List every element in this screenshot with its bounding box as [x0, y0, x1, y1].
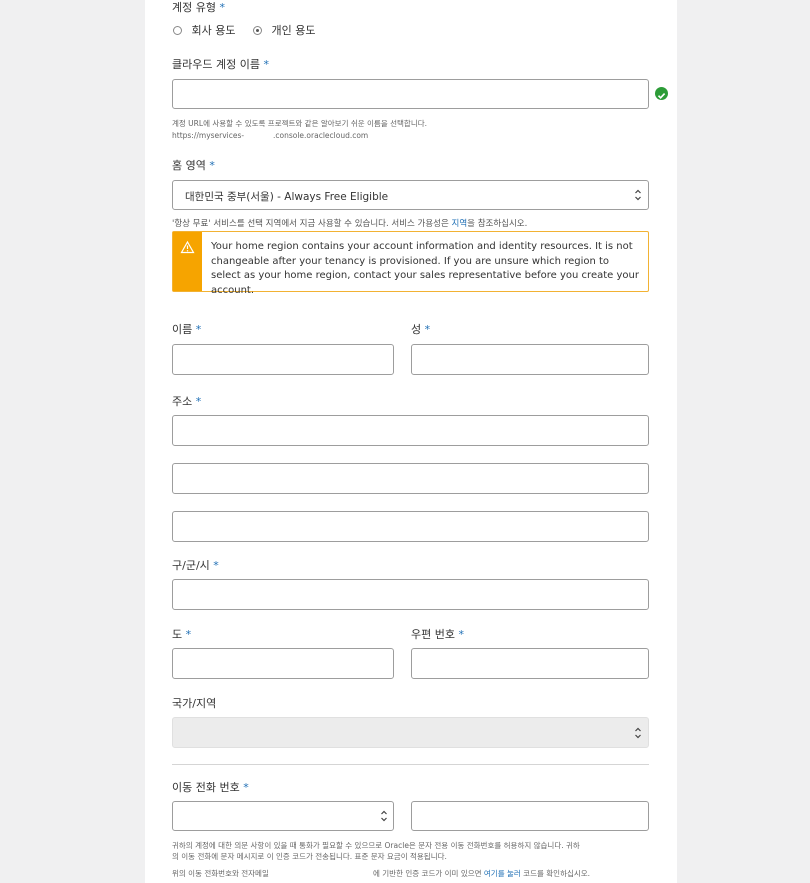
address-line3-input[interactable]	[172, 511, 649, 542]
option-personal-use-label[interactable]: 개인 용도	[271, 24, 315, 37]
last-name-label: 성 *	[411, 323, 431, 336]
verify-code-text: 에 기반한 인증 코드가 이미 있으면 여기를 눌러 코드를 확인하십시오.	[373, 869, 591, 878]
region-link[interactable]: 지역	[452, 219, 468, 229]
home-region-warning: Your home region contains your account i…	[172, 231, 649, 296]
postal-code-input[interactable]	[411, 648, 649, 679]
check-circle-icon	[655, 87, 668, 100]
account-type-options: 회사 용도 개인 용도	[173, 22, 315, 38]
option-company-use-label[interactable]: 회사 용도	[192, 24, 236, 37]
account-type-label: 계정 유형 *	[172, 1, 225, 14]
home-region-select[interactable]: 대한민국 중부(서울) - Always Free Eligible	[172, 180, 649, 210]
cloud-account-name-input[interactable]	[172, 79, 649, 109]
warning-bar	[173, 232, 202, 291]
cloud-account-name-help: 계정 URL에 사용할 수 있도록 프로젝트와 같은 알아보기 쉬운 이름을 선…	[172, 119, 428, 128]
home-region-note: '항상 무료' 서비스를 선택 지역에서 지금 사용할 수 있습니다. 서비스 …	[172, 219, 528, 229]
home-region-label: 홈 영역 *	[172, 159, 215, 172]
province-label: 도 *	[172, 628, 192, 641]
mobile-phone-help-line2: 의 이동 전화에 문자 메시지로 이 인증 코드가 전송됩니다. 표준 문자 요…	[172, 852, 447, 861]
last-name-input[interactable]	[411, 344, 649, 375]
select-chevron-icon	[381, 810, 387, 822]
address-line1-input[interactable]	[172, 415, 649, 446]
city-input[interactable]	[172, 579, 649, 610]
address-label: 주소 *	[172, 395, 202, 408]
postal-code-label: 우편 번호 *	[411, 628, 464, 641]
country-code-select[interactable]	[172, 801, 394, 831]
first-name-input[interactable]	[172, 344, 394, 375]
radio-company-use[interactable]	[173, 26, 182, 35]
signup-form-panel: 계정 유형 * 회사 용도 개인 용도 클라우드 계정 이름 * 계정 URL에…	[145, 0, 677, 883]
province-input[interactable]	[172, 648, 394, 679]
city-label: 구/군/시 *	[172, 559, 219, 572]
warning-text: Your home region contains your account i…	[211, 241, 639, 296]
country-select[interactable]	[172, 717, 649, 748]
select-chevron-icon	[635, 727, 641, 739]
warning-triangle-icon	[180, 240, 195, 254]
radio-personal-use[interactable]	[252, 26, 262, 35]
cloud-account-url-prefix: https://myservices-	[172, 131, 245, 140]
mobile-phone-input[interactable]	[411, 801, 649, 831]
mobile-phone-help-line1: 귀하의 계정에 대한 의문 사항이 있을 때 통화가 필요할 수 있으므로 Or…	[172, 841, 580, 850]
cloud-account-url-suffix: .console.oraclecloud.com	[273, 131, 369, 140]
home-region-selected-value: 대한민국 중부(서울) - Always Free Eligible	[185, 191, 389, 203]
verify-code-text-left: 위의 이동 전화번호와 전자메일	[172, 869, 269, 878]
select-chevron-icon	[635, 189, 641, 201]
country-label: 국가/지역	[172, 697, 217, 710]
mobile-phone-label: 이동 전화 번호 *	[172, 781, 249, 794]
section-divider	[172, 764, 649, 765]
verify-code-link[interactable]: 여기를 눌러	[484, 869, 521, 878]
first-name-label: 이름 *	[172, 323, 202, 336]
address-line2-input[interactable]	[172, 463, 649, 494]
cloud-account-name-label: 클라우드 계정 이름 *	[172, 58, 269, 71]
